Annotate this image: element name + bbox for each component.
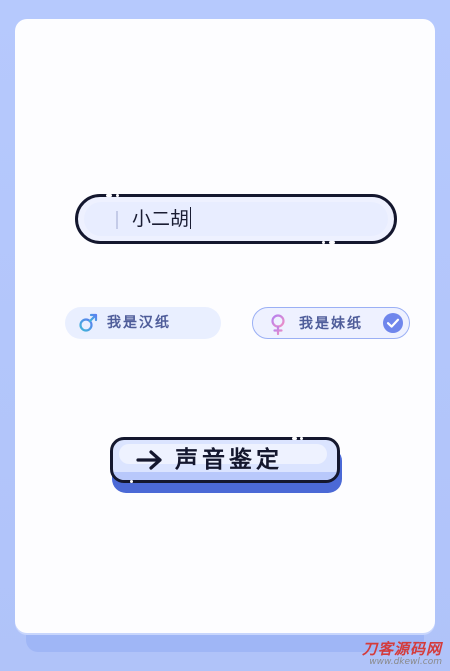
app-screen: 小二胡 我是汉纸 我是妹纸 声音鉴定 刀客源码网 www.dkewl.com bbox=[0, 0, 450, 671]
decor-dot bbox=[300, 437, 303, 440]
name-input[interactable]: 小二胡 bbox=[75, 194, 397, 244]
voice-identify-button[interactable]: 声音鉴定 bbox=[110, 437, 340, 483]
male-symbol-icon bbox=[79, 313, 98, 332]
watermark-url: www.dkewl.com bbox=[369, 657, 442, 667]
decor-dot bbox=[116, 194, 119, 197]
check-circle-icon bbox=[383, 313, 403, 333]
gender-option-male[interactable]: 我是汉纸 bbox=[65, 307, 221, 339]
decor-dot bbox=[322, 241, 325, 244]
gender-label-female: 我是妹纸 bbox=[299, 316, 363, 332]
decor-dot bbox=[130, 480, 133, 483]
female-symbol-icon bbox=[271, 314, 285, 335]
decor-dot bbox=[329, 241, 335, 244]
arrow-right-icon bbox=[136, 450, 162, 470]
name-value-text: 小二胡 bbox=[132, 208, 190, 230]
input-divider bbox=[116, 211, 118, 229]
gender-label-male: 我是汉纸 bbox=[107, 315, 171, 331]
decor-dot bbox=[292, 437, 297, 440]
identify-button-label: 声音鉴定 bbox=[175, 447, 283, 473]
decor-dot bbox=[106, 194, 112, 197]
text-cursor bbox=[190, 207, 192, 229]
main-card: 小二胡 我是汉纸 我是妹纸 bbox=[15, 19, 435, 633]
gender-option-female[interactable]: 我是妹纸 bbox=[252, 307, 410, 339]
watermark: 刀客源码网 www.dkewl.com bbox=[362, 642, 442, 667]
name-input-value[interactable]: 小二胡 bbox=[132, 207, 192, 231]
watermark-title: 刀客源码网 bbox=[361, 640, 442, 658]
